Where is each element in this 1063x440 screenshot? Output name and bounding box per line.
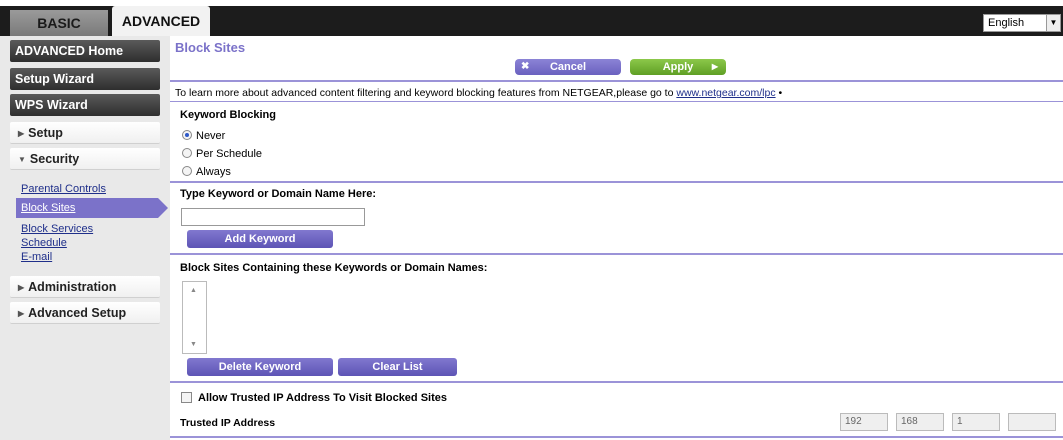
sidebar-wps-wizard[interactable]: WPS Wizard <box>10 94 160 116</box>
scroll-down-icon[interactable]: ▼ <box>190 341 197 348</box>
sidebar-security-label: Security <box>29 152 80 166</box>
type-keyword-heading: Type Keyword or Domain Name Here: <box>180 188 377 200</box>
radio-per-schedule-label: Per Schedule <box>196 148 263 160</box>
delete-keyword-button[interactable]: Delete Keyword <box>187 358 333 376</box>
chevron-down-icon: ▼ <box>1046 15 1060 31</box>
radio-never-label: Never <box>196 130 226 142</box>
keyword-input[interactable] <box>181 208 365 226</box>
triangle-right-icon: ▶ <box>18 129 25 138</box>
keyword-list[interactable]: ▲ ▼ <box>182 281 207 354</box>
trusted-ip-octet-1[interactable]: 192 <box>840 413 888 431</box>
tab-advanced[interactable]: ADVANCED <box>112 6 210 36</box>
apply-button[interactable]: Apply ▶ <box>630 59 726 75</box>
sidebar-item-schedule[interactable]: Schedule <box>21 237 67 249</box>
allow-trusted-label: Allow Trusted IP Address To Visit Blocke… <box>198 392 447 404</box>
radio-always[interactable]: Always <box>182 166 231 178</box>
intro-tail: • <box>775 87 783 99</box>
cancel-button[interactable]: ✖ Cancel <box>515 59 621 75</box>
divider <box>170 181 1063 183</box>
block-list-heading: Block Sites Containing these Keywords or… <box>180 262 488 274</box>
intro-message: To learn more about advanced content fil… <box>175 87 677 99</box>
cancel-label: Cancel <box>549 61 587 73</box>
divider <box>170 436 1063 438</box>
radio-always-label: Always <box>196 166 231 178</box>
triangle-right-icon: ▶ <box>18 309 25 318</box>
intro-text: To learn more about advanced content fil… <box>175 87 782 99</box>
trusted-ip-label: Trusted IP Address <box>180 417 276 429</box>
trusted-ip-octet-2[interactable]: 168 <box>896 413 944 431</box>
divider <box>170 381 1063 383</box>
language-value: English <box>988 17 1025 29</box>
radio-never[interactable]: Never <box>182 130 225 142</box>
sidebar-advanced-setup-label: Advanced Setup <box>28 306 127 320</box>
clear-list-button[interactable]: Clear List <box>338 358 457 376</box>
netgear-lpc-link[interactable]: www.netgear.com/lpc <box>676 87 775 99</box>
divider <box>170 80 1063 82</box>
close-icon: ✖ <box>521 61 530 72</box>
arrow-right-icon: ▶ <box>711 62 718 71</box>
sidebar-item-parental-controls[interactable]: Parental Controls <box>21 183 106 195</box>
divider <box>170 101 1063 102</box>
triangle-right-icon: ▶ <box>18 283 25 292</box>
add-keyword-button[interactable]: Add Keyword <box>187 230 333 248</box>
trusted-ip-octet-4[interactable] <box>1008 413 1056 431</box>
keyword-blocking-heading: Keyword Blocking <box>180 109 276 121</box>
radio-per-schedule[interactable]: Per Schedule <box>182 148 262 160</box>
sidebar-administration-label: Administration <box>28 280 117 294</box>
sidebar-item-block-services[interactable]: Block Services <box>21 223 93 235</box>
radio-icon <box>182 148 192 158</box>
page-title: Block Sites <box>175 40 246 55</box>
allow-trusted-checkbox[interactable]: Allow Trusted IP Address To Visit Blocke… <box>181 392 447 404</box>
sidebar-item-email[interactable]: E-mail <box>21 251 52 263</box>
main-content: Block Sites ✖ Cancel Apply ▶ To learn mo… <box>170 36 1063 440</box>
sidebar-setup-wizard[interactable]: Setup Wizard <box>10 68 160 90</box>
scroll-up-icon[interactable]: ▲ <box>190 287 197 294</box>
top-bar: BASIC ADVANCED English ▼ <box>0 0 1063 36</box>
radio-selected-icon <box>182 130 192 140</box>
sidebar-advanced-setup[interactable]: ▶ Advanced Setup <box>10 302 160 324</box>
apply-label: Apply <box>662 61 694 73</box>
checkbox-icon <box>181 392 192 403</box>
language-select[interactable]: English ▼ <box>983 14 1061 32</box>
sidebar-item-block-sites[interactable]: Block Sites <box>16 198 168 218</box>
sidebar-setup[interactable]: ▶ Setup <box>10 122 160 144</box>
sidebar-administration[interactable]: ▶ Administration <box>10 276 160 298</box>
sidebar: ADVANCED Home Setup Wizard WPS Wizard ▶ S… <box>0 36 170 440</box>
divider <box>170 253 1063 255</box>
sidebar-advanced-home[interactable]: ADVANCED Home <box>10 40 160 62</box>
radio-icon <box>182 166 192 176</box>
trusted-ip-octet-3[interactable]: 1 <box>952 413 1000 431</box>
sidebar-setup-label: Setup <box>28 126 63 140</box>
triangle-down-icon: ▼ <box>18 155 26 164</box>
sidebar-security[interactable]: ▼ Security <box>10 148 160 170</box>
tab-basic[interactable]: BASIC <box>10 10 108 36</box>
